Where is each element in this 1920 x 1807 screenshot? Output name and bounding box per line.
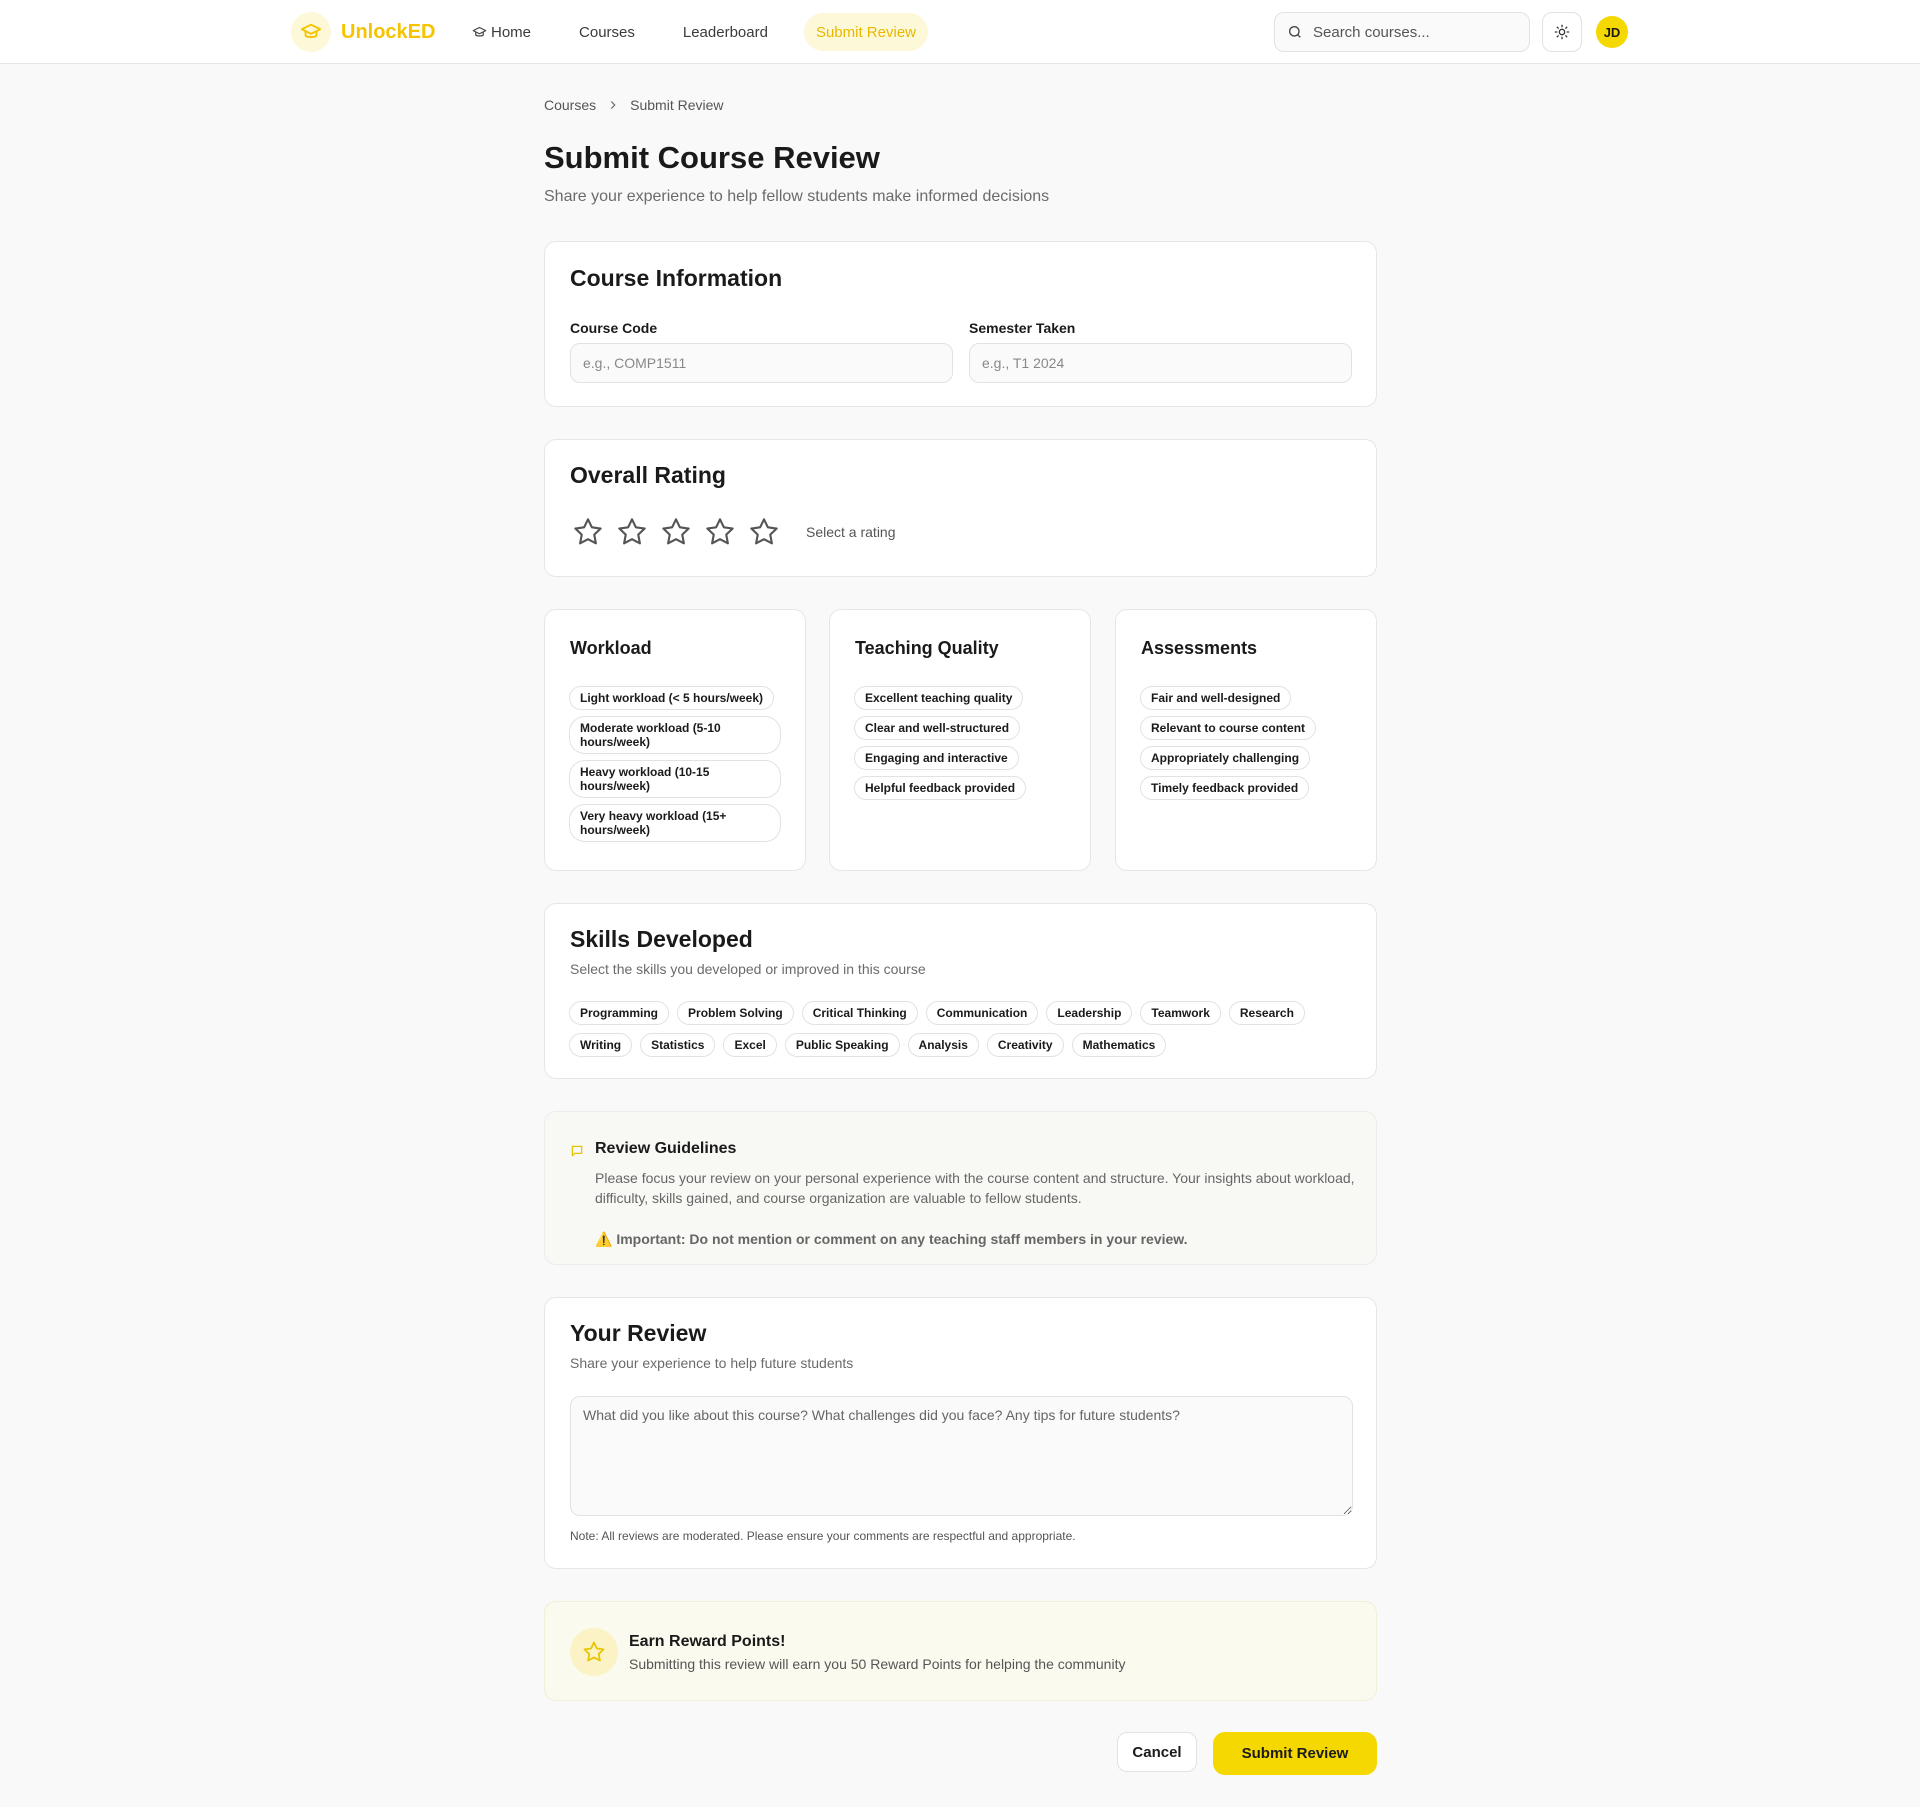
teaching-quality-options: Excellent teaching quality Clear and wel… bbox=[854, 686, 1066, 806]
workload-card: Workload Light workload (< 5 hours/week)… bbox=[544, 609, 806, 871]
guidelines-body: Please focus your review on your persona… bbox=[595, 1170, 1355, 1206]
skill-chip[interactable]: Problem Solving bbox=[677, 1001, 794, 1025]
assessment-option[interactable]: Relevant to course content bbox=[1140, 716, 1317, 740]
skill-chip[interactable]: Teamwork bbox=[1140, 1001, 1221, 1025]
course-code-input[interactable] bbox=[570, 343, 953, 383]
guidelines-title: Review Guidelines bbox=[595, 1140, 737, 1157]
top-navbar: UnlockED Home Courses Leaderboard Submit… bbox=[0, 0, 1920, 64]
star-1-icon[interactable] bbox=[570, 514, 606, 550]
graduation-cap-icon bbox=[291, 12, 331, 52]
semester-input[interactable] bbox=[969, 343, 1352, 383]
skill-chip[interactable]: Mathematics bbox=[1071, 1033, 1167, 1057]
assessments-title: Assessments bbox=[1141, 638, 1258, 658]
skills-subtitle: Select the skills you developed or impro… bbox=[570, 961, 926, 977]
page-title: Submit Course Review bbox=[544, 140, 880, 175]
overall-rating-title: Overall Rating bbox=[570, 462, 726, 488]
skills-developed-card: Skills Developed Select the skills you d… bbox=[544, 903, 1377, 1079]
moderation-note: Note: All reviews are moderated. Please … bbox=[570, 1529, 1076, 1543]
submit-review-button[interactable]: Submit Review bbox=[1213, 1732, 1377, 1775]
page-subtitle: Share your experience to help fellow stu… bbox=[544, 188, 1050, 205]
skills-list: Programming Problem Solving Critical Thi… bbox=[569, 1001, 1359, 1065]
graduation-cap-icon bbox=[472, 26, 487, 37]
workload-options: Light workload (< 5 hours/week) Moderate… bbox=[569, 686, 781, 848]
skill-chip[interactable]: Programming bbox=[569, 1001, 670, 1025]
reward-subtitle: Submitting this review will earn you 50 … bbox=[629, 1656, 1126, 1672]
review-textarea[interactable] bbox=[570, 1396, 1353, 1516]
assessments-card: Assessments Fair and well-designed Relev… bbox=[1115, 609, 1377, 871]
theme-toggle-button[interactable] bbox=[1542, 12, 1582, 52]
main-nav: Home Courses Leaderboard Submit Review bbox=[460, 13, 952, 51]
your-review-card: Your Review Share your experience to hel… bbox=[544, 1297, 1377, 1569]
star-3-icon[interactable] bbox=[658, 514, 694, 550]
star-rating: Select a rating bbox=[570, 514, 896, 550]
semester-label: Semester Taken bbox=[969, 320, 1076, 336]
skill-chip[interactable]: Leadership bbox=[1046, 1001, 1133, 1025]
skill-chip[interactable]: Statistics bbox=[640, 1033, 716, 1057]
nav-submit-review[interactable]: Submit Review bbox=[803, 13, 928, 51]
skill-chip[interactable]: Public Speaking bbox=[784, 1033, 900, 1057]
sun-icon bbox=[1554, 24, 1570, 40]
brand-logo[interactable]: UnlockED bbox=[291, 12, 435, 52]
breadcrumb-courses[interactable]: Courses bbox=[544, 97, 596, 113]
skill-chip[interactable]: Creativity bbox=[986, 1033, 1064, 1057]
skill-chip[interactable]: Excel bbox=[723, 1033, 777, 1057]
nav-leaderboard[interactable]: Leaderboard bbox=[671, 13, 780, 51]
skill-chip[interactable]: Writing bbox=[569, 1033, 633, 1057]
rating-hint: Select a rating bbox=[806, 524, 896, 540]
star-2-icon[interactable] bbox=[614, 514, 650, 550]
teaching-option[interactable]: Clear and well-structured bbox=[854, 716, 1021, 740]
star-icon bbox=[570, 1628, 618, 1676]
chevron-right-icon bbox=[606, 98, 620, 112]
workload-option[interactable]: Moderate workload (5-10 hours/week) bbox=[569, 716, 781, 754]
assessments-options: Fair and well-designed Relevant to cours… bbox=[1140, 686, 1352, 806]
workload-title: Workload bbox=[570, 638, 652, 658]
course-code-label: Course Code bbox=[570, 320, 658, 336]
nav-home[interactable]: Home bbox=[460, 13, 543, 51]
teaching-option[interactable]: Engaging and interactive bbox=[854, 746, 1019, 770]
your-review-title: Your Review bbox=[570, 1320, 707, 1346]
assessment-option[interactable]: Appropriately challenging bbox=[1140, 746, 1311, 770]
assessment-option[interactable]: Fair and well-designed bbox=[1140, 686, 1292, 710]
nav-home-label: Home bbox=[491, 23, 532, 41]
workload-option[interactable]: Heavy workload (10-15 hours/week) bbox=[569, 760, 781, 798]
nav-courses[interactable]: Courses bbox=[567, 13, 647, 51]
search-icon bbox=[1289, 26, 1301, 38]
cancel-button[interactable]: Cancel bbox=[1117, 1732, 1197, 1772]
your-review-subtitle: Share your experience to help future stu… bbox=[570, 1355, 854, 1371]
course-information-card: Course Information Course Code Semester … bbox=[544, 241, 1377, 407]
user-avatar[interactable]: JD bbox=[1596, 16, 1628, 48]
star-5-icon[interactable] bbox=[746, 514, 782, 550]
workload-option[interactable]: Light workload (< 5 hours/week) bbox=[569, 686, 775, 710]
skill-chip[interactable]: Critical Thinking bbox=[801, 1001, 918, 1025]
reward-title: Earn Reward Points! bbox=[629, 1633, 786, 1650]
teaching-option[interactable]: Excellent teaching quality bbox=[854, 686, 1024, 710]
assessment-option[interactable]: Timely feedback provided bbox=[1140, 776, 1310, 800]
overall-rating-card: Overall Rating Select a rating bbox=[544, 439, 1377, 577]
search-input[interactable] bbox=[1313, 23, 1513, 41]
breadcrumb: Courses Submit Review bbox=[544, 97, 724, 113]
search-box bbox=[1274, 12, 1530, 52]
teaching-quality-card: Teaching Quality Excellent teaching qual… bbox=[829, 609, 1091, 871]
skill-chip[interactable]: Research bbox=[1228, 1001, 1305, 1025]
teaching-quality-title: Teaching Quality bbox=[855, 638, 999, 658]
breadcrumb-current: Submit Review bbox=[630, 97, 724, 113]
guidelines-warning: ⚠️ Important: Do not mention or comment … bbox=[595, 1231, 1188, 1247]
skills-title: Skills Developed bbox=[570, 926, 753, 952]
workload-option[interactable]: Very heavy workload (15+ hours/week) bbox=[569, 804, 781, 842]
teaching-option[interactable]: Helpful feedback provided bbox=[854, 776, 1027, 800]
star-4-icon[interactable] bbox=[702, 514, 738, 550]
brand-name: UnlockED bbox=[341, 20, 436, 43]
reward-points-card: Earn Reward Points! Submitting this revi… bbox=[544, 1601, 1377, 1701]
skill-chip[interactable]: Communication bbox=[925, 1001, 1039, 1025]
message-square-icon bbox=[570, 1144, 584, 1163]
skill-chip[interactable]: Analysis bbox=[907, 1033, 979, 1057]
review-guidelines-card: Review Guidelines Please focus your revi… bbox=[544, 1111, 1377, 1265]
course-information-title: Course Information bbox=[570, 265, 783, 291]
